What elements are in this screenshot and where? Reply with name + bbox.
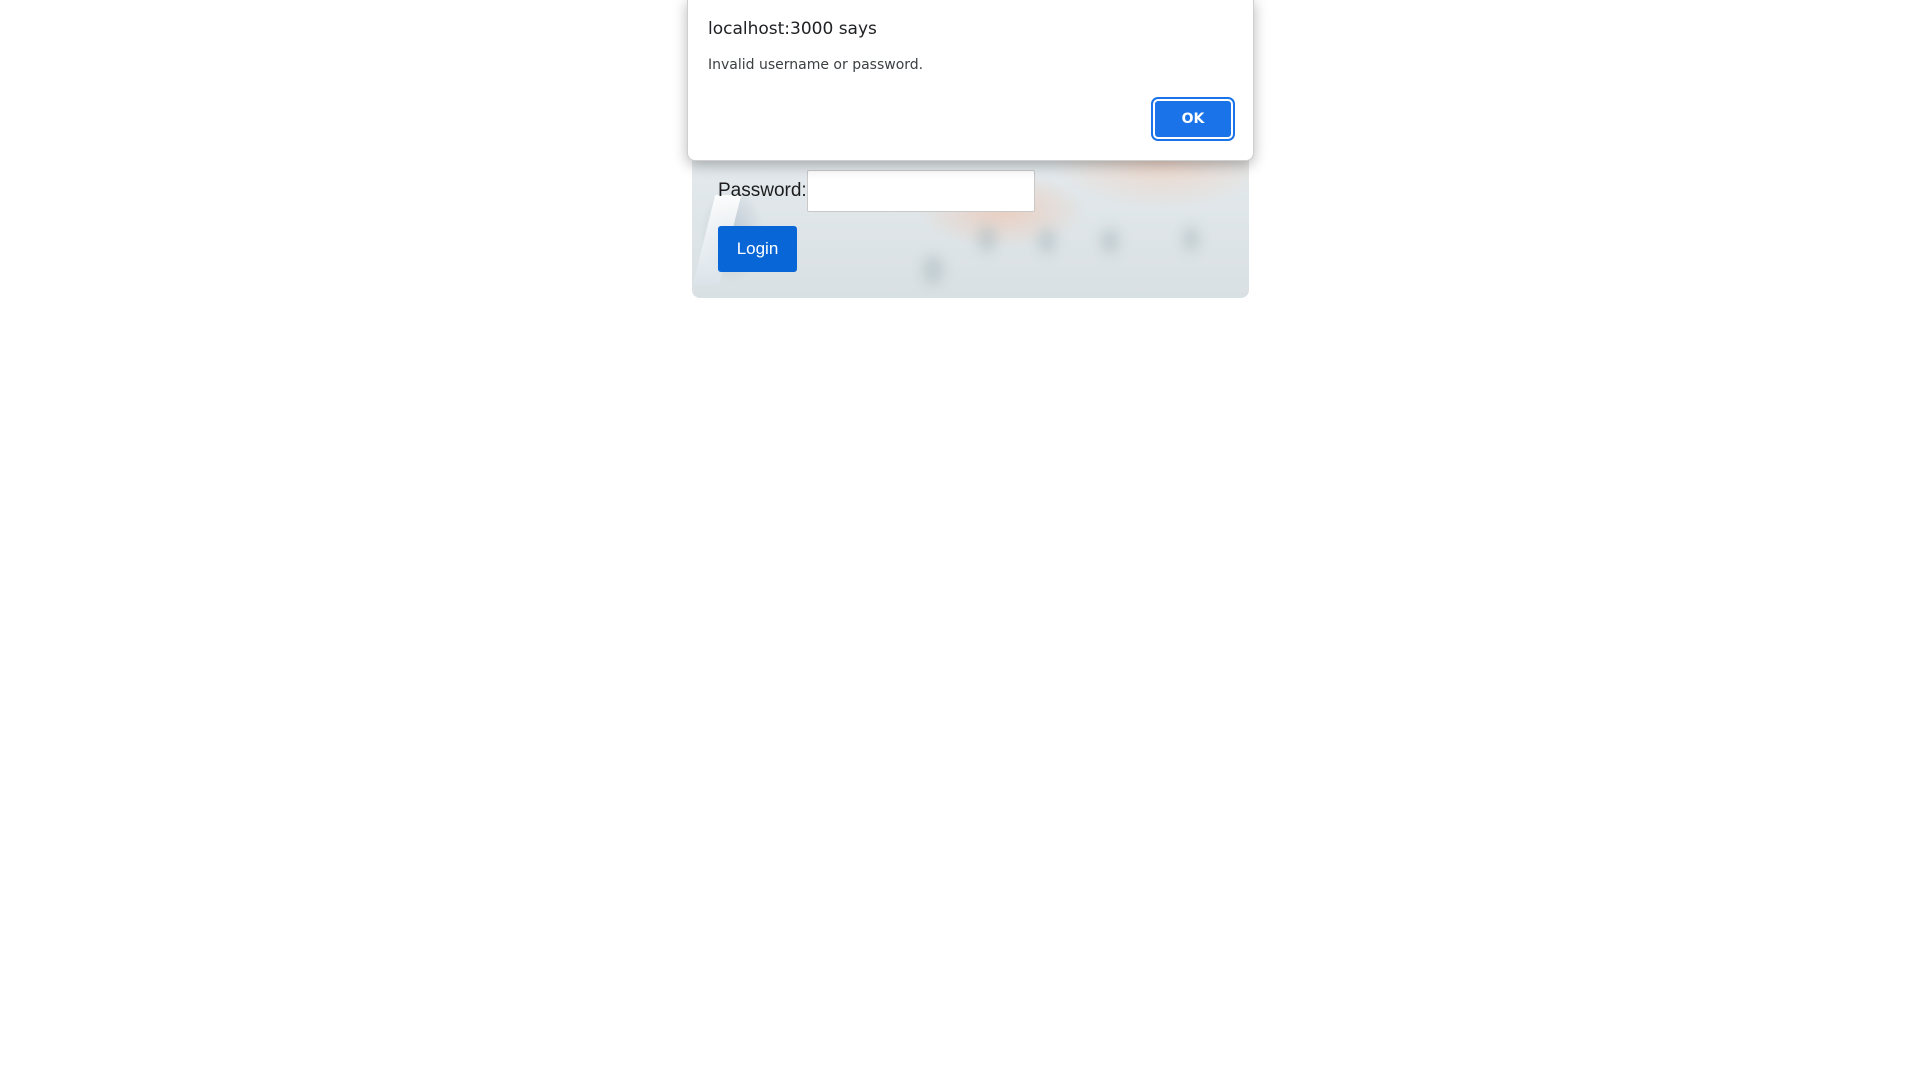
alert-title: localhost:3000 says xyxy=(708,19,877,39)
background-blur xyxy=(1100,228,1120,254)
alert-message: Invalid username or password. xyxy=(708,57,924,73)
background-blur xyxy=(922,255,944,285)
background-blur xyxy=(1182,226,1200,252)
ok-button[interactable]: OK xyxy=(1153,99,1233,139)
password-row: Password: xyxy=(718,170,1035,212)
alert-dialog: localhost:3000 says Invalid username or … xyxy=(687,0,1254,161)
password-input[interactable] xyxy=(806,170,1035,212)
login-button[interactable]: Login xyxy=(718,226,797,272)
password-label: Password: xyxy=(718,180,807,201)
background-blur xyxy=(977,225,997,253)
background-blur xyxy=(1037,228,1057,254)
